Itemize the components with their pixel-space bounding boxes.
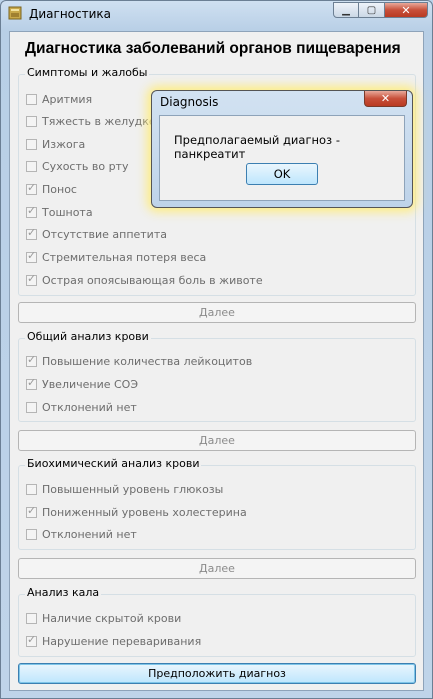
checkbox-box[interactable] — [26, 161, 37, 172]
biochem-checkbox[interactable]: Пониженный уровень холестерина — [26, 504, 247, 519]
checkbox-label: Наличие скрытой крови — [42, 612, 182, 625]
diagnosis-dialog: Diagnosis ✕ Предполагаемый диагноз - пан… — [151, 90, 413, 208]
symptom-checkbox[interactable]: Тошнота — [26, 204, 93, 219]
checkbox-label: Острая опоясывающая боль в животе — [42, 274, 263, 287]
checkbox-box[interactable] — [26, 402, 37, 413]
checkbox-box[interactable] — [26, 504, 37, 518]
dialog-message: Предполагаемый диагноз - панкреатит — [174, 133, 340, 161]
checkbox-box[interactable] — [26, 226, 37, 240]
title-bar[interactable]: Диагностика ▁ ▢ ✕ — [1, 1, 432, 27]
group-title: Биохимический анализ крови — [25, 457, 202, 470]
checkbox-box[interactable] — [26, 249, 37, 263]
maximize-icon: ▢ — [366, 4, 377, 16]
next-button[interactable]: Далее — [18, 302, 416, 323]
minimize-button[interactable]: ▁ — [333, 2, 359, 18]
diagnose-button[interactable]: Предположить диагноз — [18, 663, 416, 684]
checkbox-label: Сухость во рту — [42, 160, 129, 173]
close-icon: ✕ — [380, 92, 391, 105]
next-button[interactable]: Далее — [18, 558, 416, 579]
checkbox-box[interactable] — [26, 353, 37, 367]
symptom-checkbox[interactable]: Сухость во рту — [26, 160, 128, 173]
symptom-checkbox[interactable]: Аритмия — [26, 93, 92, 106]
stool-checkbox[interactable]: Нарушение переваривания — [26, 633, 202, 648]
checkbox-box[interactable] — [26, 181, 37, 195]
symptom-checkbox[interactable]: Понос — [26, 181, 77, 196]
dialog-title: Diagnosis — [160, 95, 219, 109]
symptom-checkbox[interactable]: Изжога — [26, 138, 85, 151]
close-button[interactable]: ✕ — [385, 2, 428, 18]
checkbox-box[interactable] — [26, 139, 37, 150]
group-title: Симптомы и жалобы — [25, 66, 150, 79]
checkbox-label: Отклонений нет — [42, 401, 137, 414]
next-button[interactable]: Далее — [18, 430, 416, 451]
checkbox-label: Пониженный уровень холестерина — [42, 506, 247, 519]
checkbox-box[interactable] — [26, 529, 37, 540]
window-title: Диагностика — [29, 7, 112, 21]
checkbox-box[interactable] — [26, 376, 37, 390]
checkbox-box[interactable] — [26, 204, 37, 218]
symptom-checkbox[interactable]: Тяжесть в желудке — [26, 115, 156, 128]
stool-checkbox[interactable]: Наличие скрытой крови — [26, 612, 181, 625]
checkbox-box[interactable] — [26, 272, 37, 286]
biochem-checkbox[interactable]: Повышенный уровень глюкозы — [26, 483, 223, 496]
blood-checkbox[interactable]: Повышение количества лейкоцитов — [26, 353, 253, 368]
checkbox-box[interactable] — [26, 116, 37, 127]
close-icon: ✕ — [401, 3, 411, 17]
group-title: Анализ кала — [25, 586, 102, 599]
symptom-checkbox[interactable]: Острая опоясывающая боль в животе — [26, 272, 263, 287]
checkbox-box[interactable] — [26, 484, 37, 495]
checkbox-box[interactable] — [26, 94, 37, 105]
checkbox-label: Отсутствие аппетита — [42, 228, 167, 241]
checkbox-label: Тошнота — [42, 206, 93, 219]
checkbox-label: Понос — [42, 183, 77, 196]
blood-test-group: Общий анализ крови Повышение количества … — [18, 330, 416, 422]
app-icon — [8, 6, 22, 20]
ok-button[interactable]: OK — [246, 163, 318, 185]
symptom-checkbox[interactable]: Отсутствие аппетита — [26, 226, 167, 241]
biochem-test-group: Биохимический анализ крови Повышенный ур… — [18, 457, 416, 550]
page-title: Диагностика заболеваний органов пищеваре… — [25, 40, 401, 57]
blood-checkbox[interactable]: Увеличение СОЭ — [26, 376, 139, 391]
blood-checkbox[interactable]: Отклонений нет — [26, 401, 137, 414]
checkbox-label: Увеличение СОЭ — [42, 378, 139, 391]
maximize-button[interactable]: ▢ — [359, 2, 385, 18]
checkbox-box[interactable] — [26, 633, 37, 647]
dialog-close-button[interactable]: ✕ — [364, 91, 407, 107]
stool-test-group: Анализ кала Наличие скрытой крови Наруше… — [18, 586, 416, 657]
checkbox-label: Аритмия — [42, 93, 93, 106]
checkbox-label: Изжога — [42, 138, 86, 151]
checkbox-label: Повышенный уровень глюкозы — [42, 483, 224, 496]
dialog-body: Предполагаемый диагноз - панкреатит OK — [159, 115, 405, 201]
minimize-icon: ▁ — [342, 4, 350, 16]
checkbox-label: Отклонений нет — [42, 528, 137, 541]
biochem-checkbox[interactable]: Отклонений нет — [26, 528, 137, 541]
checkbox-label: Нарушение переваривания — [42, 635, 202, 648]
checkbox-label: Стремительная потеря веса — [42, 251, 207, 264]
checkbox-label: Тяжесть в желудке — [42, 115, 156, 128]
group-title: Общий анализ крови — [25, 330, 151, 343]
symptom-checkbox[interactable]: Стремительная потеря веса — [26, 249, 207, 264]
checkbox-label: Повышение количества лейкоцитов — [42, 355, 253, 368]
checkbox-box[interactable] — [26, 613, 37, 624]
